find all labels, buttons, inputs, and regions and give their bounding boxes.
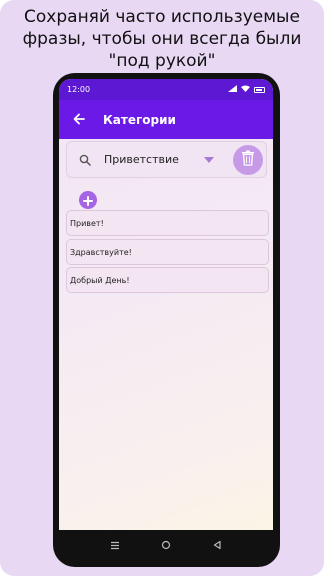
phrase-item[interactable]: Привет! (66, 210, 269, 236)
chevron-down-icon[interactable] (204, 156, 214, 163)
menu-icon[interactable] (107, 537, 123, 553)
trash-icon (241, 150, 255, 170)
phrase-item[interactable]: Здравствуйте! (66, 239, 269, 265)
system-nav-bar (59, 530, 273, 560)
phrase-text: Здравствуйте! (70, 247, 132, 257)
promo-line-3: "под рукой" (108, 51, 216, 71)
status-time: 12:00 (67, 85, 91, 94)
signal-icon (228, 85, 237, 94)
arrow-left-icon (73, 110, 85, 129)
plus-icon (83, 191, 93, 210)
promo-line-1: Сохраняй часто используемые (24, 7, 300, 27)
app-screen: 12:00 Категории Приветствие Привет! Здра… (59, 79, 273, 530)
selected-category: Приветствие (104, 153, 179, 166)
search-icon (70, 154, 100, 166)
back-button[interactable] (59, 100, 99, 139)
status-icons (228, 85, 265, 94)
add-phrase-button[interactable] (79, 191, 97, 209)
page-title: Категории (103, 112, 176, 127)
phrase-text: Добрый День! (70, 275, 130, 285)
status-bar: 12:00 (59, 79, 273, 100)
home-icon[interactable] (158, 537, 174, 553)
wifi-icon (241, 85, 250, 94)
back-triangle-icon[interactable] (209, 537, 225, 553)
promo-line-2: фразы, чтобы они всегда были (22, 29, 302, 49)
delete-category-button[interactable] (233, 145, 263, 175)
promo-caption: Сохраняй часто используемые фразы, чтобы… (10, 6, 314, 72)
battery-icon (254, 86, 265, 93)
phrase-text: Привет! (70, 218, 104, 228)
app-bar: Категории (59, 100, 273, 139)
phrase-item[interactable]: Добрый День! (66, 267, 269, 293)
